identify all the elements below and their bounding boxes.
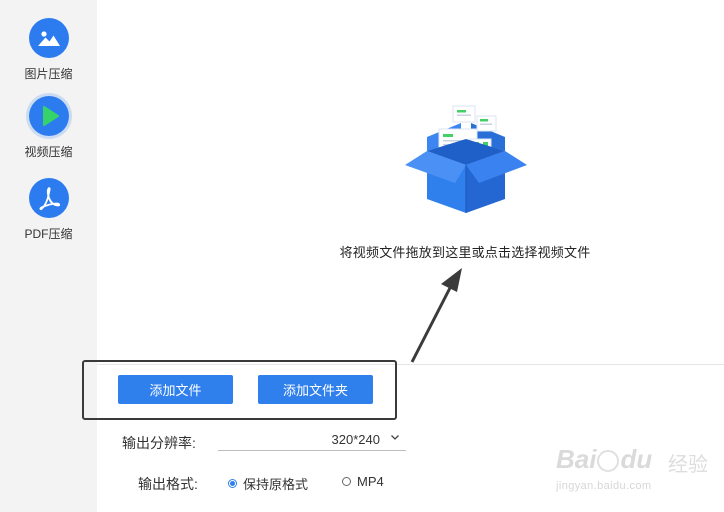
sidebar: 图片压缩 视频压缩 PDF压缩 <box>0 0 97 512</box>
add-folder-button[interactable]: 添加文件夹 <box>258 375 373 404</box>
resolution-label: 输出分辨率: <box>122 435 196 451</box>
paw-icon <box>597 450 620 473</box>
open-box-icon <box>405 105 527 213</box>
watermark-cn: 经验 <box>668 454 708 476</box>
watermark-brand-tail: du <box>620 444 653 474</box>
resolution-select[interactable]: 320*240 <box>218 430 406 451</box>
radio-button[interactable] <box>342 477 351 486</box>
sidebar-item-label: 图片压缩 <box>24 67 73 81</box>
pdf-icon <box>28 178 69 218</box>
format-option-mp4[interactable]: MP4 <box>342 474 384 489</box>
annotation-arrow <box>410 268 462 363</box>
radio-label: MP4 <box>357 474 384 489</box>
resolution-value: 320*240 <box>331 432 380 447</box>
image-icon <box>28 18 69 58</box>
radio-label: 保持原格式 <box>243 477 309 492</box>
sidebar-item-label: 视频压缩 <box>24 145 73 159</box>
baidu-watermark: Bai du 经验 jingyan.baidu.com <box>556 444 722 496</box>
sidebar-item-label: PDF压缩 <box>24 227 73 241</box>
format-option-original[interactable]: 保持原格式 <box>228 474 308 493</box>
add-file-button[interactable]: 添加文件 <box>118 375 233 404</box>
play-icon <box>28 96 69 136</box>
watermark-url: jingyan.baidu.com <box>556 480 652 492</box>
format-label: 输出格式: <box>138 476 198 492</box>
radio-button[interactable] <box>228 479 237 488</box>
dropzone-hint: 将视频文件拖放到这里或点击选择视频文件 <box>339 245 591 260</box>
sidebar-item-image-compress[interactable]: 图片压缩 <box>0 18 97 82</box>
sidebar-item-pdf-compress[interactable]: PDF压缩 <box>0 178 97 242</box>
chevron-down-icon <box>391 435 399 440</box>
sidebar-item-video-compress[interactable]: 视频压缩 <box>0 96 97 160</box>
watermark-brand: Bai <box>556 444 597 474</box>
